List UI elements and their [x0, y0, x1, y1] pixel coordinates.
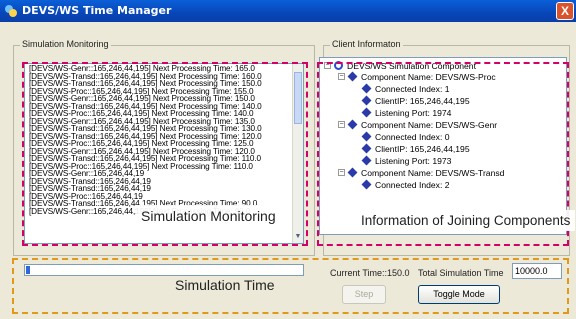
client-info-label: Client Informaton: [330, 39, 403, 49]
simulation-monitoring-caption: Simulation Monitoring: [136, 205, 281, 227]
toggle-mode-button[interactable]: Toggle Mode: [418, 285, 500, 304]
current-time-label: Current Time::150.0: [330, 268, 410, 278]
step-button[interactable]: Step: [342, 285, 386, 304]
progress-fill: [26, 266, 30, 274]
app-icon: [5, 5, 17, 17]
time-manager-window: DEVS/WS Time Manager X Simulation Monito…: [0, 0, 576, 319]
simulation-time-caption: Simulation Time: [175, 277, 275, 293]
title-bar: DEVS/WS Time Manager X: [0, 0, 576, 22]
close-button[interactable]: X: [556, 2, 574, 20]
client-info-caption: Information of Joining Components: [356, 210, 576, 231]
total-time-input[interactable]: 10000.0: [512, 263, 562, 279]
window-title: DEVS/WS Time Manager: [22, 4, 172, 17]
total-time-label: Total Simulation Time: [418, 268, 504, 278]
simulation-monitoring-label: Simulation Monitoring: [20, 39, 111, 49]
